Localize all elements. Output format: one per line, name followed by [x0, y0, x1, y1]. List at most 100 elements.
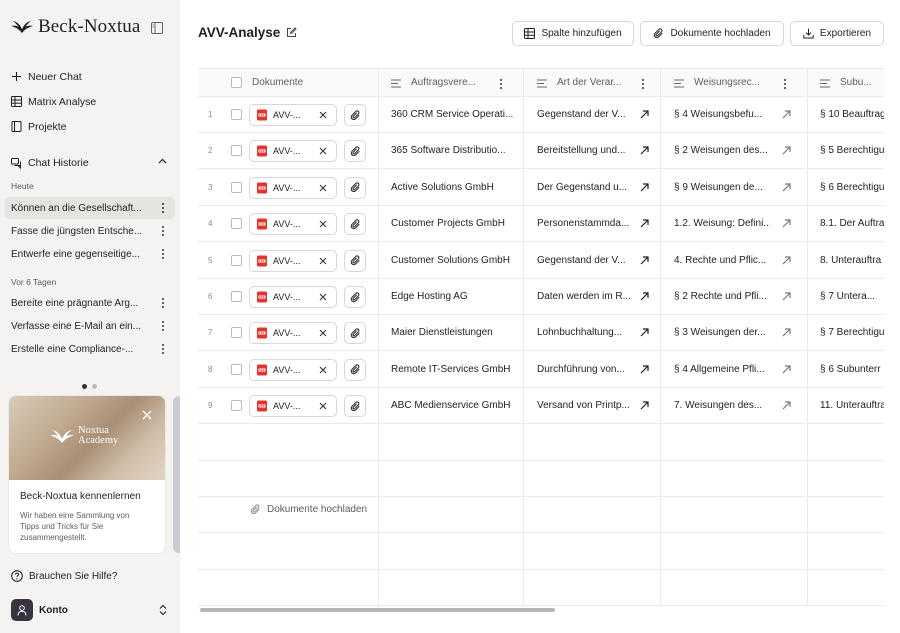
cell-subunternehmer[interactable]: 11. Unterauftra: [820, 388, 884, 423]
cell-art-der-verarbeitung[interactable]: Bereitstellung und...: [537, 133, 633, 168]
more-options-icon[interactable]: [158, 225, 168, 237]
attach-document-button[interactable]: [344, 358, 366, 381]
chat-history-item[interactable]: Bereite eine prägnante Arg...: [5, 292, 175, 314]
attach-document-button[interactable]: [344, 395, 366, 418]
cell-auftragsverarbeiter[interactable]: 360 CRM Service Operati...: [391, 97, 516, 132]
chat-history-toggle[interactable]: Chat Historie: [0, 154, 180, 172]
open-source-arrow-icon[interactable]: [782, 328, 791, 337]
cell-weisungsrecht[interactable]: § 2 Rechte und Pfli...: [674, 279, 770, 314]
open-source-arrow-icon[interactable]: [782, 146, 791, 155]
cell-weisungsrecht[interactable]: § 3 Weisungen der...: [674, 315, 770, 350]
carousel-dot-active[interactable]: [82, 384, 87, 389]
document-chip[interactable]: AVV-...: [249, 249, 337, 272]
cell-art-der-verarbeitung[interactable]: Versand von Printp...: [537, 388, 633, 423]
cell-art-der-verarbeitung[interactable]: Daten werden im R...: [537, 279, 633, 314]
edit-title-icon[interactable]: [286, 27, 297, 38]
cell-weisungsrecht[interactable]: 4. Rechte und Pflic...: [674, 243, 770, 278]
next-promo-card-peek[interactable]: [173, 396, 180, 553]
remove-document-icon[interactable]: [319, 402, 327, 410]
open-source-arrow-icon[interactable]: [640, 219, 649, 228]
account-menu[interactable]: Konto: [11, 599, 171, 621]
cell-subunternehmer[interactable]: § 10 Beauftrag: [820, 97, 884, 132]
document-chip[interactable]: AVV-...: [249, 286, 337, 308]
open-source-arrow-icon[interactable]: [640, 110, 649, 119]
open-source-arrow-icon[interactable]: [640, 365, 649, 374]
column-menu-icon[interactable]: [496, 78, 506, 90]
open-source-arrow-icon[interactable]: [640, 328, 649, 337]
cell-weisungsrecht[interactable]: § 4 Allgemeine Pfli...: [674, 352, 770, 387]
cell-auftragsverarbeiter[interactable]: Remote IT-Services GmbH: [391, 352, 516, 387]
document-chip[interactable]: AVV-...: [249, 322, 337, 345]
open-source-arrow-icon[interactable]: [640, 183, 649, 192]
open-source-arrow-icon[interactable]: [782, 255, 791, 265]
cell-art-der-verarbeitung[interactable]: Lohnbuchhaltung...: [537, 315, 633, 350]
cell-art-der-verarbeitung[interactable]: Gegenstand der V...: [537, 97, 633, 132]
upload-documents-button[interactable]: Dokumente hochladen: [640, 21, 784, 46]
row-checkbox[interactable]: [231, 254, 242, 266]
open-source-arrow-icon[interactable]: [782, 292, 791, 301]
remove-document-icon[interactable]: [319, 366, 327, 374]
cell-art-der-verarbeitung[interactable]: Der Gegenstand u...: [537, 170, 633, 205]
cell-auftragsverarbeiter[interactable]: Customer Projects GmbH: [391, 206, 516, 241]
remove-document-icon[interactable]: [319, 184, 327, 192]
cell-art-der-verarbeitung[interactable]: Personenstammda...: [537, 206, 633, 241]
cell-weisungsrecht[interactable]: 1.2. Weisung: Defini...: [674, 206, 770, 241]
horizontal-scrollbar[interactable]: [200, 608, 555, 612]
row-checkbox[interactable]: [231, 181, 242, 193]
attach-document-button[interactable]: [344, 104, 366, 126]
row-checkbox[interactable]: [231, 400, 242, 412]
row-checkbox[interactable]: [231, 327, 242, 339]
cell-art-der-verarbeitung[interactable]: Durchführung von...: [537, 352, 633, 387]
help-link[interactable]: Brauchen Sie Hilfe?: [11, 570, 117, 582]
document-chip[interactable]: AVV-...: [249, 104, 337, 126]
document-chip[interactable]: AVV-...: [249, 176, 337, 199]
open-source-arrow-icon[interactable]: [782, 110, 791, 119]
cell-weisungsrecht[interactable]: § 2 Weisungen des...: [674, 133, 770, 168]
row-checkbox[interactable]: [231, 109, 242, 120]
more-options-icon[interactable]: [158, 297, 168, 309]
column-header-3[interactable]: Weisungsrec...: [694, 69, 776, 96]
select-all-checkbox[interactable]: [231, 77, 242, 88]
attach-document-button[interactable]: [344, 213, 366, 236]
open-source-arrow-icon[interactable]: [782, 365, 791, 374]
attach-document-button[interactable]: [344, 322, 366, 345]
row-checkbox[interactable]: [231, 363, 242, 375]
open-source-arrow-icon[interactable]: [782, 183, 791, 192]
document-chip[interactable]: AVV-...: [249, 395, 337, 418]
row-checkbox[interactable]: [231, 291, 242, 302]
open-source-arrow-icon[interactable]: [640, 255, 649, 265]
open-source-arrow-icon[interactable]: [782, 401, 791, 410]
column-header-2[interactable]: Art der Verar...: [557, 69, 631, 96]
nav-new-chat[interactable]: Neuer Chat: [0, 64, 180, 89]
remove-document-icon[interactable]: [319, 147, 327, 155]
more-options-icon[interactable]: [158, 248, 168, 260]
cell-auftragsverarbeiter[interactable]: Customer Solutions GmbH: [391, 243, 516, 278]
more-options-icon[interactable]: [158, 202, 168, 214]
cell-auftragsverarbeiter[interactable]: Edge Hosting AG: [391, 279, 516, 314]
document-chip[interactable]: AVV-...: [249, 213, 337, 236]
cell-weisungsrecht[interactable]: § 9 Weisungen de...: [674, 170, 770, 205]
cell-weisungsrecht[interactable]: § 4 Weisungsbefu...: [674, 97, 770, 132]
column-menu-icon[interactable]: [780, 78, 790, 90]
carousel-dot[interactable]: [92, 384, 97, 389]
cell-subunternehmer[interactable]: 8.1. Der Auftra: [820, 206, 884, 241]
row-checkbox[interactable]: [231, 218, 242, 230]
attach-document-button[interactable]: [344, 176, 366, 199]
cell-weisungsrecht[interactable]: 7. Weisungen des...: [674, 388, 770, 423]
academy-promo-card[interactable]: Noxtua Academy Beck-Noxtua kennenlernen …: [9, 396, 165, 553]
cell-auftragsverarbeiter[interactable]: ABC Medienservice GmbH: [391, 388, 516, 423]
cell-subunternehmer[interactable]: § 6 Subunterr: [820, 352, 884, 387]
upload-documents-link[interactable]: Dokumente hochladen: [250, 504, 367, 515]
chat-history-item[interactable]: Verfasse eine E-Mail an ein...: [5, 315, 175, 337]
more-options-icon[interactable]: [158, 343, 168, 355]
open-source-arrow-icon[interactable]: [640, 401, 649, 410]
open-source-arrow-icon[interactable]: [640, 292, 649, 301]
more-options-icon[interactable]: [158, 320, 168, 332]
cell-subunternehmer[interactable]: § 7 Untera...: [820, 279, 884, 314]
document-chip[interactable]: AVV-...: [249, 358, 337, 381]
cell-subunternehmer[interactable]: § 5 Berechtigu: [820, 133, 884, 168]
sidebar-collapse-icon[interactable]: [151, 22, 163, 34]
open-source-arrow-icon[interactable]: [782, 219, 791, 228]
document-chip[interactable]: AVV-...: [249, 140, 337, 163]
attach-document-button[interactable]: [344, 140, 366, 163]
